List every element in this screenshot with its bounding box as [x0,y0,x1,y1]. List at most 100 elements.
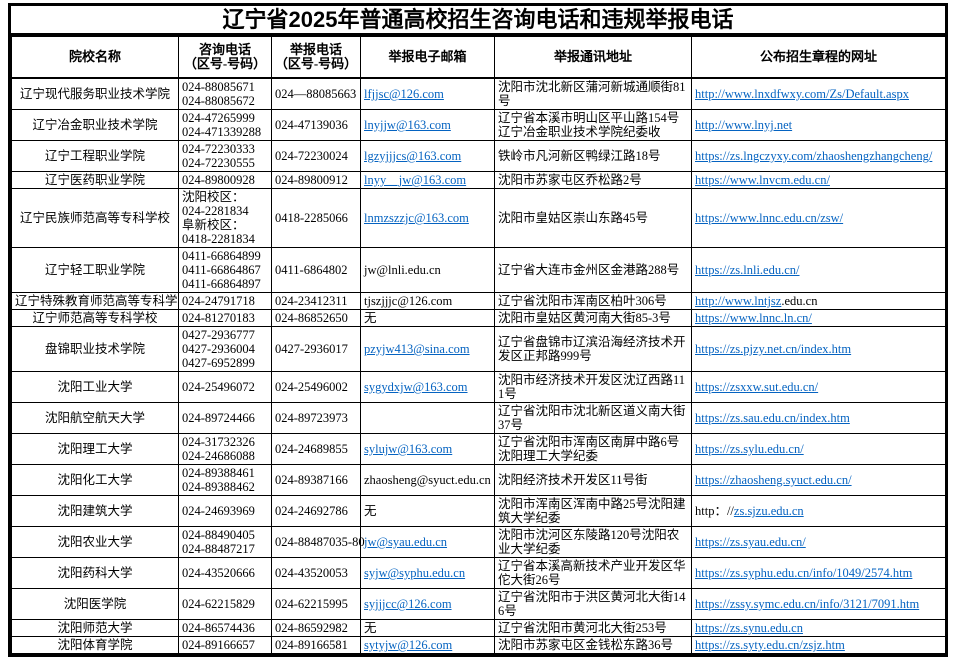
report-address-cell: 辽宁省沈阳市黄河北大街253号 [495,620,692,637]
college-name: 沈阳航空航天大学 [12,403,179,434]
table-row: 辽宁医药职业学院024-89800928024-89800912lnyy__jw… [12,172,946,189]
charter-url-cell: https://zs.syau.edu.cn/ [692,527,946,558]
charter-url-link[interactable]: https://zs.sau.edu.cn/index.htm [695,411,850,425]
charter-url-link[interactable]: https://zs.syau.edu.cn/ [695,535,806,549]
consult-phone-cell: 024-88490405024-88487217 [179,527,272,558]
charter-url-link[interactable]: http://www.lntjsz [695,294,781,308]
charter-url-cell: https://zs.syphu.edu.cn/info/1049/2574.h… [692,558,946,589]
charter-url-link[interactable]: https://zssy.symc.edu.cn/info/3121/7091.… [695,597,919,611]
report-email-link[interactable]: lnyjjw@163.com [364,118,451,132]
table-row: 辽宁冶金职业技术学院024-47265999024-471339288024-4… [12,110,946,141]
header-row: 院校名称咨询电话（区号-号码）举报电话（区号-号码）举报电子邮箱举报通讯地址公布… [12,37,946,79]
report-phone-cell: 024-89800912 [272,172,361,189]
table-row: 沈阳医学院024-62215829024-62215995syjjjcc@126… [12,589,946,620]
charter-url-cell: https://zs.lngczyxy.com/zhaoshengzhangch… [692,141,946,172]
charter-url-link[interactable]: https://zs.sylu.edu.cn/ [695,442,804,456]
consult-phone-cell: 024-89724466 [179,403,272,434]
column-header-label: 公布招生章程的网址 [693,50,944,64]
report-address-cell: 辽宁省盘锦市辽滨沿海经济技术开发区正邦路999号 [495,327,692,372]
consult-phone-line: 024-25496072 [182,380,268,394]
charter-url-link[interactable]: https://www.lnvcm.edu.cn/ [695,173,830,187]
consult-phone-line: 024-89800928 [182,173,268,187]
table-row: 沈阳工业大学024-25496072024-25496002sygydxjw@1… [12,372,946,403]
report-email-link[interactable]: syjjjcc@126.com [364,597,452,611]
report-phone-cell: 024-86592982 [272,620,361,637]
charter-url-link[interactable]: http://www.lnyj.net [695,118,792,132]
report-email-cell [361,403,495,434]
charter-url-link[interactable]: https://zs.lnli.edu.cn/ [695,263,800,277]
charter-url-link[interactable]: https://zsxxw.sut.edu.cn/ [695,380,818,394]
column-header: 咨询电话（区号-号码） [179,37,272,79]
colleges-table: 院校名称咨询电话（区号-号码）举报电话（区号-号码）举报电子邮箱举报通讯地址公布… [11,36,946,654]
college-name: 辽宁轻工职业学院 [12,248,179,293]
report-email-link[interactable]: lgzyjjjcs@163.com [364,149,461,163]
charter-url-link[interactable]: https://www.lnnc.ln.cn/ [695,311,812,325]
report-phone-cell: 024-89166581 [272,637,361,654]
report-email-link[interactable]: sylujw@163.com [364,442,452,456]
report-email-text: 无 [364,504,377,518]
charter-url-link[interactable]: https://zs.syphu.edu.cn/info/1049/2574.h… [695,566,912,580]
report-phone-cell: 024-43520053 [272,558,361,589]
report-email-link[interactable]: pzyjw413@sina.com [364,342,470,356]
report-email-link[interactable]: sytyjw@126.com [364,638,452,652]
column-header: 举报通讯地址 [495,37,692,79]
column-header-sublabel: （区号-号码） [180,57,270,71]
column-header-label: 咨询电话 [180,43,270,57]
consult-phone-line: 024-81270183 [182,311,268,325]
report-address-cell: 沈阳市苏家屯区金钱松东路36号 [495,637,692,654]
column-header-label: 院校名称 [13,50,177,64]
report-email-cell: jw@syau.edu.cn [361,527,495,558]
report-email-link[interactable]: lnmzszzjc@163.com [364,211,469,225]
charter-url-cell: https://zs.sau.edu.cn/index.htm [692,403,946,434]
college-name: 盘锦职业技术学院 [12,327,179,372]
report-phone-cell: 024-72230024 [272,141,361,172]
charter-url-cell: https://zs.sylu.edu.cn/ [692,434,946,465]
charter-url-link[interactable]: https://zhaosheng.syuct.edu.cn/ [695,473,852,487]
charter-url-link[interactable]: https://zs.synu.edu.cn [695,621,803,635]
consult-phone-cell: 024-88085671024-88085672 [179,78,272,110]
report-phone-cell: 024-88487035-80 [272,527,361,558]
report-email-link[interactable]: jw@syau.edu.cn [364,535,447,549]
charter-url-link[interactable]: https://www.lnnc.edu.cn/zsw/ [695,211,843,225]
report-email-link[interactable]: lnyy__jw@163.com [364,173,466,187]
report-email-cell: 无 [361,496,495,527]
column-header-sublabel: （区号-号码） [273,57,359,71]
report-phone-cell: 024-24692786 [272,496,361,527]
report-address-cell: 辽宁省大连市金州区金港路288号 [495,248,692,293]
charter-url-link[interactable]: zs.sjzu.edu.cn [734,504,804,518]
consult-phone-line: 0427-6952899 [182,356,268,370]
consult-phone-cell: 沈阳校区：024-2281834阜新校区：0418-2281834 [179,189,272,248]
report-email-link[interactable]: syjw@syphu.edu.cn [364,566,465,580]
report-address-cell: 沈阳市沈北新区蒲河新城通顺街81号 [495,78,692,110]
report-email-cell: lnyjjw@163.com [361,110,495,141]
charter-url-link[interactable]: http://www.lnxdfwxy.com/Zs/Default.aspx [695,87,909,101]
report-address-cell: 沈阳市皇姑区黄河南大街85-3号 [495,310,692,327]
charter-url-link[interactable]: https://zs.lngczyxy.com/zhaoshengzhangch… [695,149,932,163]
charter-url-suffix: .edu.cn [781,294,817,308]
consult-phone-line: 阜新校区： [182,218,268,232]
report-email-cell: lfjjsc@126.com [361,78,495,110]
college-name: 沈阳理工大学 [12,434,179,465]
report-email-link[interactable]: sygydxjw@163.com [364,380,468,394]
report-email-cell: lgzyjjjcs@163.com [361,141,495,172]
consult-phone-line: 024-24693969 [182,504,268,518]
report-address-cell: 沈阳经济技术开发区11号街 [495,465,692,496]
college-name: 沈阳医学院 [12,589,179,620]
report-email-cell: sytyjw@126.com [361,637,495,654]
charter-url-cell: http：//zs.sjzu.edu.cn [692,496,946,527]
charter-url-link[interactable]: https://zs.syty.edu.cn/zsjz.htm [695,638,845,652]
college-name: 沈阳师范大学 [12,620,179,637]
charter-url-link[interactable]: https://zs.pjzy.net.cn/index.htm [695,342,851,356]
report-address-cell: 辽宁省沈阳市于洪区黄河北大街146号 [495,589,692,620]
page-title: 辽宁省2025年普通高校招生咨询电话和违规举报电话 [11,6,945,36]
report-phone-cell: 024—88085663 [272,78,361,110]
consult-phone-cell: 024-24693969 [179,496,272,527]
report-email-text: jw@lnli.edu.cn [364,263,441,277]
consult-phone-line: 0427-2936777 [182,328,268,342]
table-row: 沈阳化工大学024-89388461024-89388462024-893871… [12,465,946,496]
consult-phone-cell: 024-86574436 [179,620,272,637]
report-email-link[interactable]: lfjjsc@126.com [364,87,444,101]
charter-url-cell: http://www.lntjsz.edu.cn [692,293,946,310]
college-name: 沈阳农业大学 [12,527,179,558]
charter-url-cell: https://zhaosheng.syuct.edu.cn/ [692,465,946,496]
